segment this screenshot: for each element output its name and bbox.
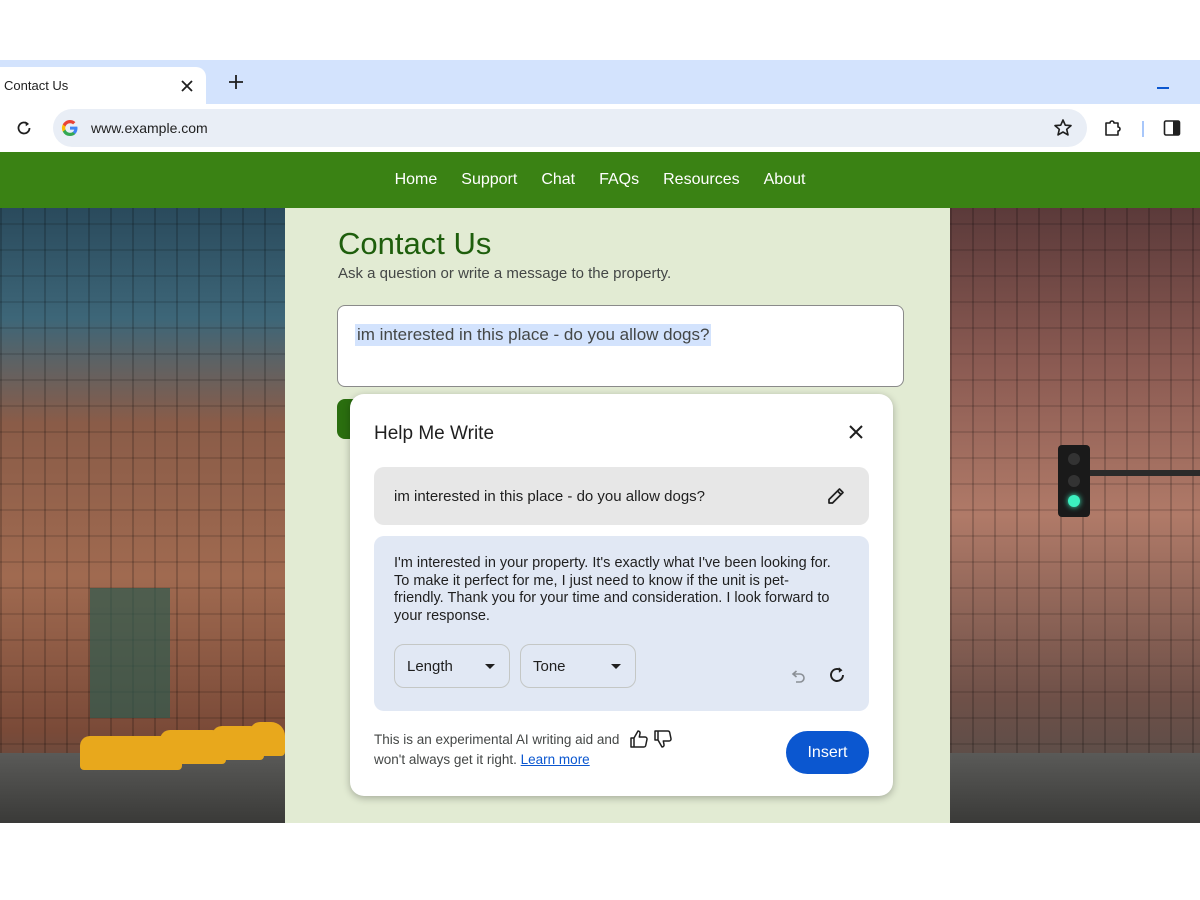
nav-item-resources[interactable]: Resources — [663, 171, 739, 189]
tone-label: Tone — [533, 657, 566, 675]
undo-icon[interactable] — [788, 667, 808, 687]
nav-item-support[interactable]: Support — [461, 171, 517, 189]
help-me-write-dialog: Help Me Write im interested in this plac… — [350, 394, 893, 796]
message-textarea[interactable]: im interested in this place - do you all… — [337, 305, 904, 387]
page-subtitle: Ask a question or write a message to the… — [338, 265, 672, 282]
google-icon — [61, 119, 79, 137]
generated-result-box: I'm interested in your property. It's ex… — [374, 536, 869, 711]
length-dropdown[interactable]: Length — [394, 644, 510, 688]
reload-icon[interactable] — [12, 116, 36, 140]
browser-toolbar: www.example.com — [0, 104, 1200, 152]
toolbar-divider — [1142, 121, 1144, 137]
prompt-box: im interested in this place - do you all… — [374, 467, 869, 525]
bookmark-star-icon[interactable] — [1053, 118, 1073, 138]
chevron-down-icon — [485, 664, 495, 669]
extensions-puzzle-icon[interactable] — [1102, 117, 1124, 139]
thumbs-up-icon[interactable] — [628, 728, 650, 750]
url-text: www.example.com — [91, 120, 208, 136]
chevron-down-icon — [611, 664, 621, 669]
nav-item-home[interactable]: Home — [395, 171, 438, 189]
page-title: Contact Us — [338, 226, 492, 261]
nav-item-chat[interactable]: Chat — [541, 171, 575, 189]
insert-button[interactable]: Insert — [786, 731, 869, 774]
side-panel-icon[interactable] — [1162, 118, 1182, 138]
tab-close-icon[interactable] — [176, 75, 198, 97]
message-text: im interested in this place - do you all… — [355, 324, 712, 346]
regenerate-icon[interactable] — [826, 664, 848, 686]
length-label: Length — [407, 657, 453, 675]
close-icon[interactable] — [844, 420, 868, 444]
site-navigation: Home Support Chat FAQs Resources About — [0, 152, 1200, 208]
edit-pencil-icon[interactable] — [825, 485, 847, 507]
browser-tab[interactable]: Contact Us — [0, 67, 206, 104]
disclaimer: This is an experimental AI writing aid a… — [374, 730, 634, 770]
traffic-light-pole — [1090, 470, 1200, 476]
thumbs-down-icon[interactable] — [652, 728, 674, 750]
city-photo-left — [0, 208, 285, 823]
prompt-text: im interested in this place - do you all… — [394, 488, 706, 505]
nav-item-faqs[interactable]: FAQs — [599, 171, 639, 189]
generated-text: I'm interested in your property. It's ex… — [394, 555, 831, 624]
nav-item-about[interactable]: About — [764, 171, 806, 189]
browser-chrome: Contact Us www.example.com — [0, 60, 1200, 152]
traffic-light — [1058, 445, 1090, 517]
new-tab-icon[interactable] — [224, 70, 248, 94]
dialog-title: Help Me Write — [374, 423, 495, 444]
screen: Contact Us www.example.com Home Support … — [0, 0, 1200, 900]
learn-more-link[interactable]: Learn more — [521, 752, 590, 767]
tone-dropdown[interactable]: Tone — [520, 644, 636, 688]
address-bar[interactable]: www.example.com — [53, 109, 1087, 147]
minimize-icon[interactable] — [1154, 76, 1174, 96]
tab-title: Contact Us — [4, 78, 69, 93]
